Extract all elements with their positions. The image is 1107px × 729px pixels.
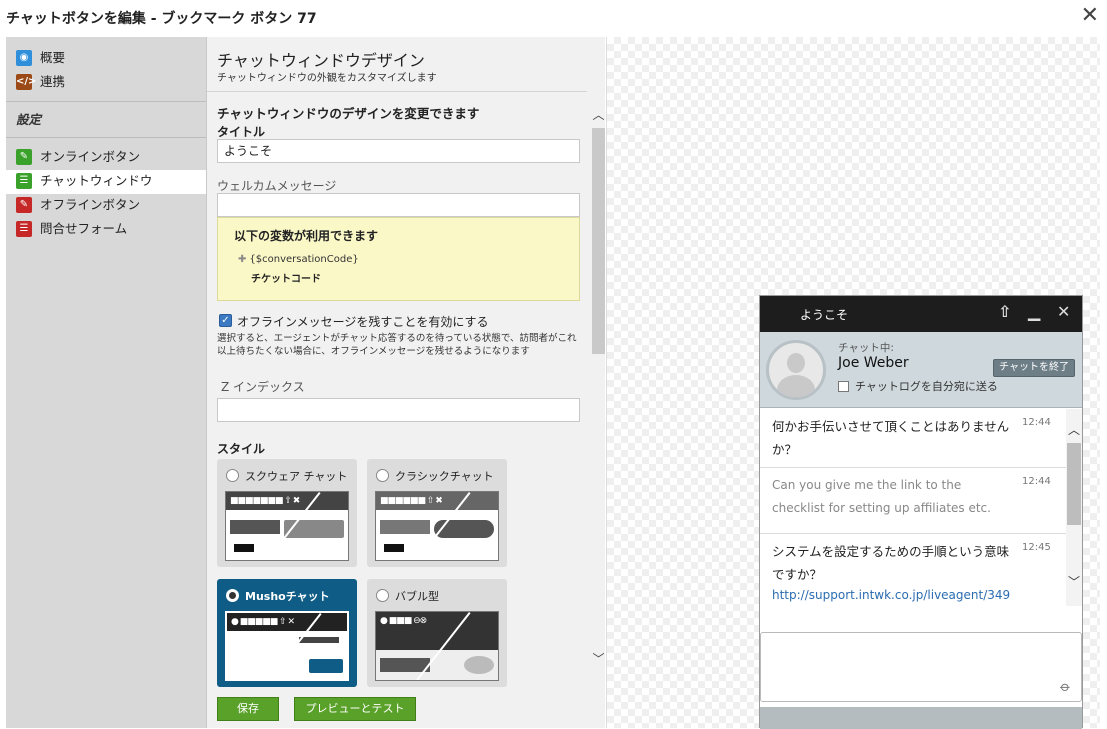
chat-footer [760, 707, 1082, 729]
sidebar-section-title: 設定 [6, 102, 206, 138]
message-scrollbar[interactable]: ︿ ﹀ [1066, 409, 1082, 606]
sidebar-item-overview[interactable]: ◉ 概要 [6, 47, 206, 71]
sidebar-item-contact-form[interactable]: ☰ 問合せフォーム [6, 218, 206, 242]
message-time: 12:44 [1022, 417, 1051, 428]
style-option-musho[interactable]: Mushoチャット ● ■■■■■ ⇧ ✕ [217, 579, 357, 687]
minimize-icon[interactable]: ▁ [1028, 302, 1040, 321]
variables-box: 以下の変数が利用できます ✚ {$conversationCode} チケットコー… [217, 217, 580, 301]
scrollbar-thumb[interactable] [1067, 443, 1081, 525]
sidebar-item-online-button[interactable]: ✎ オンラインボタン [6, 146, 206, 170]
chevron-down-icon[interactable]: ﹀ [1068, 573, 1080, 590]
online-button-icon: ✎ [16, 149, 32, 165]
chevron-up-icon[interactable]: ︿ [591, 106, 606, 123]
variable-code[interactable]: ✚ {$conversationCode} [238, 254, 359, 265]
sidebar-item-label: 連携 [40, 74, 66, 89]
offline-message-checkbox[interactable]: ✓ [219, 314, 232, 327]
sidebar-item-chat-window[interactable]: ☰ チャットウィンドウ [6, 170, 206, 194]
radio-button[interactable] [226, 589, 239, 602]
window-title: チャットボタンを編集 - ブックマーク ボタン 77 [6, 11, 317, 27]
title-input[interactable]: ようこそ [217, 139, 580, 163]
variable-code-text: {$conversationCode} [249, 254, 359, 265]
chat-bubble-icon: ◉ [16, 50, 32, 66]
style-option-label: スクウェア チャット [245, 470, 348, 483]
style-preview-image: ■■■■■■■ ⇧ ✖ [225, 491, 349, 561]
chat-title: ようこそ [800, 308, 849, 322]
message-time: 12:45 [1022, 542, 1051, 553]
offline-message-label: オフラインメッセージを残すことを有効にする [237, 315, 489, 329]
send-log-label: チャットログを自分宛に送る [855, 380, 998, 393]
sidebar-item-label: オンラインボタン [40, 149, 141, 164]
style-option-bubble[interactable]: バブル型 ● ■■■ ⊖⊗ [367, 579, 507, 687]
sidebar-item-integration[interactable]: </> 連携 [6, 71, 206, 95]
chat-status: チャット中: [838, 342, 894, 354]
page-subtitle: チャットウィンドウの外観をカスタマイズします [217, 73, 437, 84]
sidebar-item-label: チャットウィンドウ [40, 173, 153, 188]
message-text: Can you give me the link to the checklis… [772, 478, 991, 515]
chat-window-icon: ☰ [16, 173, 32, 189]
offline-message-desc: 選択すると、エージェントがチャット応答するのを待っている状態で、訪問者がこれ以上… [217, 333, 577, 357]
sidebar-item-label: 問合せフォーム [40, 221, 128, 236]
plus-icon: ✚ [238, 254, 247, 265]
end-chat-button[interactable]: チャットを終了 [993, 359, 1075, 377]
save-button[interactable]: 保存 [217, 697, 279, 721]
message-item: Can you give me the link to the checklis… [760, 468, 1066, 534]
variables-title: 以下の変数が利用できます [234, 229, 379, 243]
scrollbar-thumb[interactable] [592, 128, 605, 354]
message-item: 何かお手伝いさせて頂くことはありませんか？ 12:44 [760, 409, 1066, 468]
title-label: タイトル [217, 125, 266, 139]
upload-icon[interactable]: ⇧ [998, 302, 1011, 321]
preview-test-button[interactable]: プレビューとテスト [294, 697, 416, 721]
close-icon[interactable]: ✕ [1081, 4, 1099, 28]
message-link[interactable]: http://support.intwk.co.jp/liveagent/349 [772, 588, 1010, 602]
send-log-checkbox[interactable] [838, 381, 849, 392]
zindex-input[interactable] [217, 398, 580, 422]
agent-info: チャット中: Joe Weber チャットログを自分宛に送る チャットを終了 [760, 332, 1082, 408]
welcome-message-input[interactable] [217, 193, 580, 217]
message-time: 12:44 [1022, 476, 1051, 487]
page-title: チャットウィンドウデザイン [217, 51, 425, 70]
variable-desc: チケットコード [251, 274, 321, 285]
style-option-label: Mushoチャット [245, 590, 330, 603]
sidebar-item-offline-button[interactable]: ✎ オフラインボタン [6, 194, 206, 218]
style-preview-image: ● ■■■■■ ⇧ ✕ [225, 611, 349, 681]
paperclip-icon[interactable]: ⌀ [1056, 678, 1073, 695]
chat-widget-preview: ようこそ ⇧ ▁ ✕ チャット中: Joe Weber チャットログを自分宛に送… [759, 295, 1083, 729]
style-option-label: クラシックチャット [395, 470, 494, 483]
divider [207, 91, 587, 92]
sidebar-item-label: オフラインボタン [40, 197, 141, 212]
zindex-label: Z インデックス [221, 380, 305, 394]
message-list: 何かお手伝いさせて頂くことはありませんか？ 12:44 Can you give… [760, 409, 1082, 606]
style-option-label: バブル型 [395, 590, 439, 603]
code-icon: </> [16, 74, 36, 90]
style-option-square[interactable]: スクウェア チャット ■■■■■■■ ⇧ ✖ [217, 459, 357, 567]
message-text: 何かお手伝いさせて頂くことはありませんか？ [772, 419, 1010, 457]
offline-button-icon: ✎ [16, 197, 32, 213]
chevron-up-icon[interactable]: ︿ [1068, 421, 1080, 438]
title-bar: チャットボタンを編集 - ブックマーク ボタン 77 ✕ [0, 0, 1107, 36]
message-input[interactable]: ⌀ [760, 632, 1082, 702]
sidebar: ◉ 概要 </> 連携 設定 ✎ オンラインボタン ☰ チャットウィンドウ ✎ … [6, 37, 207, 728]
style-preview-image: ■■■■■■ ⇧ ✖ [375, 491, 499, 561]
avatar [766, 340, 826, 400]
chevron-down-icon[interactable]: ﹀ [591, 650, 606, 667]
radio-button[interactable] [376, 469, 389, 482]
welcome-message-label: ウェルカムメッセージ [217, 179, 337, 193]
chat-header: ようこそ ⇧ ▁ ✕ [760, 296, 1082, 332]
settings-form: チャットウィンドウデザイン チャットウィンドウの外観をカスタマイズします チャッ… [207, 37, 605, 728]
style-option-classic[interactable]: クラシックチャット ■■■■■■ ⇧ ✖ [367, 459, 507, 567]
agent-name: Joe Weber [838, 355, 909, 371]
radio-button[interactable] [226, 469, 239, 482]
style-label: スタイル [217, 442, 266, 456]
sidebar-item-label: 概要 [40, 50, 66, 65]
contact-form-icon: ☰ [16, 221, 32, 237]
radio-button[interactable] [376, 589, 389, 602]
message-item: システムを設定するための手順という意味ですか？ 12:45 http://sup… [760, 534, 1066, 606]
form-scrollbar[interactable]: ︿ ﹀ [591, 100, 606, 672]
style-preview-image: ● ■■■ ⊖⊗ [375, 611, 499, 681]
message-text: システムを設定するための手順という意味ですか？ [772, 544, 1010, 582]
close-icon[interactable]: ✕ [1057, 302, 1070, 321]
section-title: チャットウィンドウのデザインを変更できます [217, 106, 480, 121]
